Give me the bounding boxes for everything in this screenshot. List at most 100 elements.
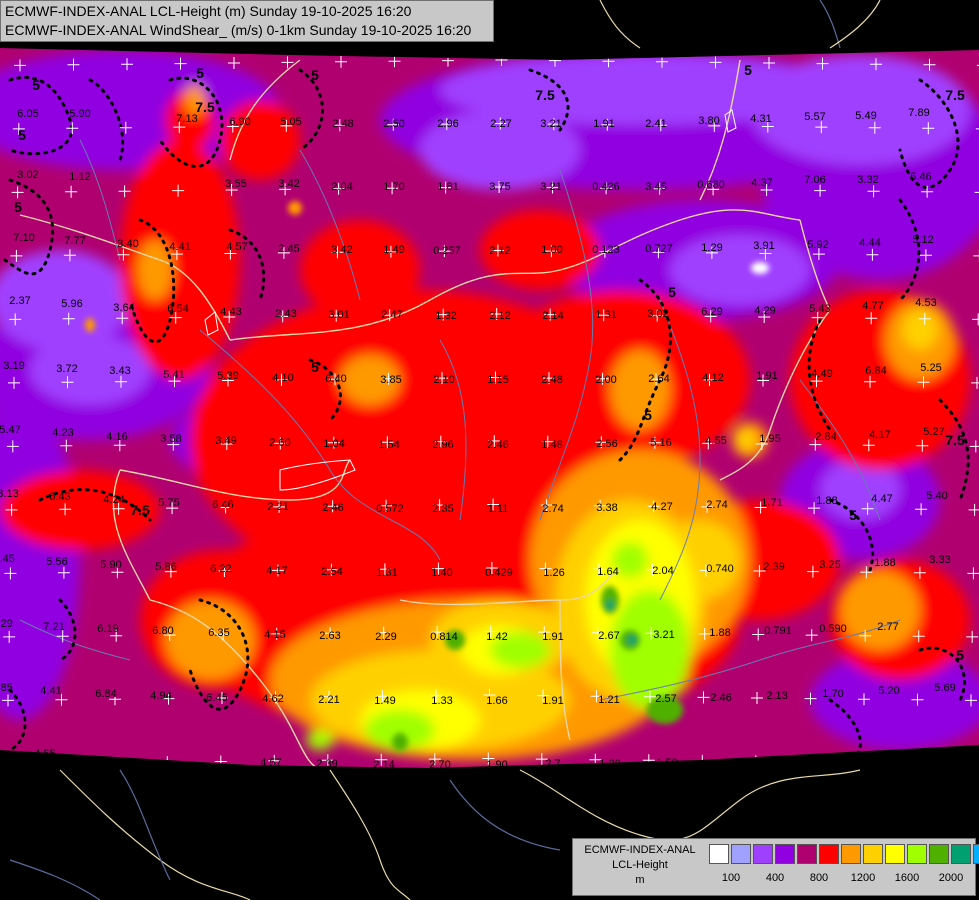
lcl-value-label: 2.41 — [645, 118, 666, 130]
lcl-value-label: 5.56 — [46, 556, 67, 568]
legend-swatch — [731, 844, 751, 864]
legend-swatch — [709, 844, 729, 864]
lcl-value-label: 2.63 — [939, 746, 960, 758]
lcl-value-label: 2.00 — [595, 374, 616, 386]
lcl-value-label: 5.57 — [804, 111, 825, 123]
lcl-value-label: 1.71 — [761, 497, 782, 509]
grid-cross — [963, 757, 976, 768]
legend-swatch — [775, 844, 795, 864]
lcl-value-label: 6.43 — [49, 491, 70, 503]
lcl-value-label: 2.74 — [542, 503, 563, 515]
legend-swatch — [841, 844, 861, 864]
lcl-value-label: 6.29 — [701, 306, 722, 318]
lcl-value-label: 4.57 — [260, 757, 281, 769]
legend-text: ECMWF-INDEX-ANAL LCL-Height m — [575, 843, 705, 888]
grid-cross — [856, 756, 869, 768]
lcl-value-label: 5.20 — [878, 685, 899, 697]
lcl-value-label: 6.84 — [865, 365, 886, 377]
lcl-value-label: 2.12 — [489, 245, 510, 257]
map-title: ECMWF-INDEX-ANAL LCL-Height (m) Sunday 1… — [0, 0, 494, 42]
lcl-value-label: 4.77 — [862, 300, 883, 312]
lcl-value-label: 3.21 — [540, 181, 561, 193]
lcl-value-label: 4.43 — [220, 306, 241, 318]
lcl-value-label: 3.21 — [540, 118, 561, 130]
lcl-value-label: 7.06 — [804, 174, 825, 186]
shear-contour-label: 5 — [14, 199, 22, 215]
lcl-value-label: 2.21 — [318, 694, 339, 706]
lcl-value-label: 4.16 — [106, 431, 127, 443]
grid-cross — [0, 757, 13, 768]
lcl-value-label: 3.80 — [698, 115, 719, 127]
lcl-value-label: 5.39 — [217, 370, 238, 382]
lcl-value-label: 2.64 — [648, 373, 669, 385]
lcl-value-label: 5.96 — [61, 298, 82, 310]
lcl-value-label: 3.25 — [819, 559, 840, 571]
lcl-value-label: 4.17 — [266, 565, 287, 577]
lcl-value-label: 4.29 — [754, 305, 775, 317]
lcl-value-label: 3.75 — [489, 181, 510, 193]
legend-tick: 2000 — [938, 872, 964, 884]
lcl-value-label: 1.90 — [486, 759, 507, 771]
shear-contour-label: 5 — [644, 407, 652, 423]
lcl-value-label: 1.48 — [541, 439, 562, 451]
lcl-value-label: 6.80 — [152, 625, 173, 637]
lcl-value-label: 1.90 — [769, 754, 790, 766]
lcl-value-label: 5.16 — [650, 437, 671, 449]
legend-model: ECMWF-INDEX-ANAL — [584, 844, 696, 856]
lcl-value-label: 5.75 — [158, 497, 179, 509]
lcl-value-label: 4.12 — [702, 372, 723, 384]
lcl-value-label: 2.84 — [815, 431, 836, 443]
lcl-value-label: 3.38 — [596, 502, 617, 514]
lcl-value-label: 3.21 — [653, 629, 674, 641]
lcl-value-label: 5.92 — [807, 239, 828, 251]
legend: ECMWF-INDEX-ANAL LCL-Height m 100 400 800 1… — [572, 838, 979, 896]
lcl-value-label: 1.26 — [543, 567, 564, 579]
lcl-value-label: 4.62 — [262, 693, 283, 705]
lcl-value-label: 2.14 — [373, 759, 394, 771]
lcl-value-label: 4.55 — [34, 748, 55, 760]
lcl-value-label: 2.96 — [437, 118, 458, 130]
lcl-value-label: 1.15 — [487, 374, 508, 386]
lcl-value-label: 2.96 — [432, 439, 453, 451]
shear-contour-label: 7.5 — [535, 87, 555, 103]
legend-swatch — [885, 844, 905, 864]
lcl-value-label: 2.06 — [825, 752, 846, 764]
lcl-value-label: 1.64 — [597, 566, 618, 578]
lcl-value-label: 1.91 — [542, 695, 563, 707]
lcl-value-label: 6.45 — [206, 692, 227, 704]
shear-contour-label: 5 — [311, 67, 319, 83]
legend-unit: m — [635, 874, 645, 886]
lcl-value-label: 4.23 — [52, 427, 73, 439]
lcl-value-label: 2.10 — [433, 374, 454, 386]
lcl-value-label: 3.42 — [278, 178, 299, 190]
shear-contour-label: 7.5 — [195, 99, 215, 115]
lcl-value-label: 4.53 — [915, 297, 936, 309]
lcl-value-label: 1.33 — [431, 695, 452, 707]
legend-swatches — [709, 844, 979, 864]
legend-tick: 400 — [765, 872, 785, 884]
lcl-value-label: 3.32 — [857, 174, 878, 186]
lcl-value-label: 3.02 — [647, 308, 668, 320]
lcl-value-label: 6.84 — [95, 688, 116, 700]
lcl-value-label: 1.91 — [756, 370, 777, 382]
lcl-value-label: 1.31 — [595, 309, 616, 321]
lcl-value-label: 4.31 — [750, 113, 771, 125]
lcl-value-label: 3.43 — [109, 365, 130, 377]
lcl-value-label: 3.49 — [215, 435, 236, 447]
lcl-value-label: 6.85 — [0, 682, 13, 694]
lcl-value-label: 0.123 — [592, 244, 620, 256]
lcl-value-label: 3.01 — [328, 309, 349, 321]
lcl-value-label: 2.39 — [316, 758, 337, 770]
lcl-value-label: 7.89 — [908, 107, 929, 119]
lcl-value-label: 2.46 — [322, 502, 343, 514]
lcl-value-label: 4.57 — [226, 241, 247, 253]
lcl-value-label: 0.680 — [697, 179, 725, 191]
lcl-value-label: 6.19 — [97, 623, 118, 635]
lcl-value-label: 0.572 — [376, 503, 404, 515]
lcl-value-label: 1.88 — [816, 495, 837, 507]
lcl-value-label: 2.46 — [487, 439, 508, 451]
lcl-value-label: 6.54 — [167, 303, 188, 315]
lcl-value-label: 3.45 — [645, 181, 666, 193]
lcl-value-label: 7.10 — [13, 232, 34, 244]
lcl-value-label: 7.77 — [64, 235, 85, 247]
